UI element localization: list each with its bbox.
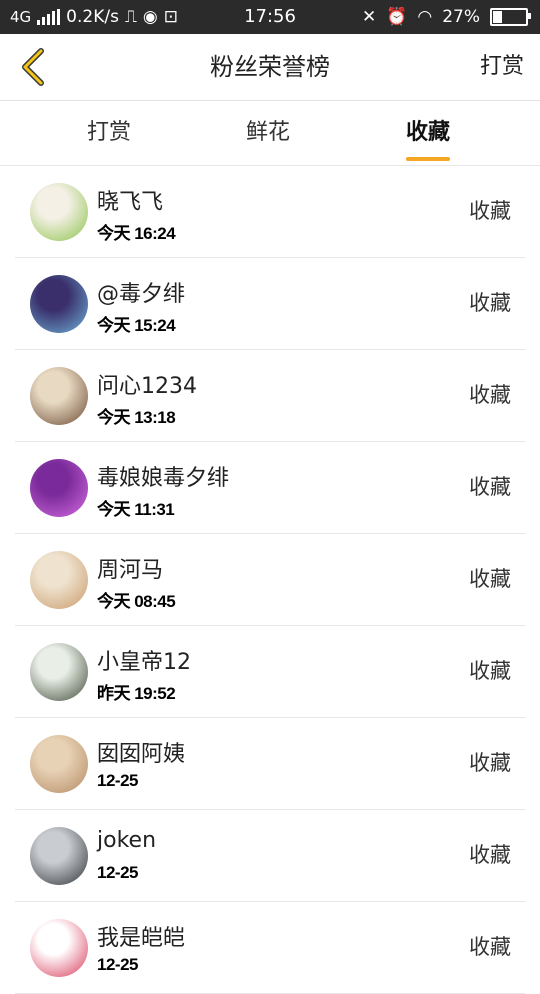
favorite-label: 收藏 <box>469 935 511 959</box>
avatar <box>30 551 88 609</box>
list-item[interactable]: 囡囡阿姨 12-25 收藏 <box>15 718 525 810</box>
fan-time: 12-25 <box>97 863 138 882</box>
fan-name: 小皇帝12 <box>97 650 191 675</box>
tab-favorites[interactable]: 收藏 <box>406 101 451 165</box>
avatar <box>30 459 88 517</box>
battery-icon <box>490 8 531 26</box>
tab-flowers[interactable]: 鲜花 <box>246 101 290 165</box>
avatar <box>30 735 88 793</box>
fan-name: 毒娘娘毒夕绯 <box>97 466 230 491</box>
favorite-label: 收藏 <box>469 383 511 407</box>
wifi-icon: ◠ <box>417 7 433 27</box>
avatar <box>30 275 88 333</box>
fan-time: 12-25 <box>97 771 138 790</box>
fan-name: 晓飞飞 <box>97 190 164 215</box>
list-item[interactable]: joken 12-25 收藏 <box>15 810 525 902</box>
favorite-label: 收藏 <box>469 199 511 223</box>
fan-time: 今天 08:45 <box>97 592 176 611</box>
page-title: 粉丝荣誉榜 <box>210 53 330 81</box>
battery-fill <box>493 11 503 23</box>
favorite-label: 收藏 <box>469 659 511 683</box>
status-bar: 4G 0.2K/s ⎍ ◉ ⊡ 17:56 ✕ ⏰ ◠ 27% <box>0 0 540 34</box>
fan-time: 12-25 <box>97 955 138 974</box>
fan-name: 我是皑皑 <box>97 926 186 951</box>
fan-name: 周河马 <box>97 558 164 583</box>
reward-button[interactable]: 打赏 <box>480 34 524 100</box>
fan-list: 晓飞飞 今天 16:24 收藏 @毒夕绯 今天 15:24 收藏 问心1234 今天 13:1… <box>0 166 540 994</box>
title-bar: 粉丝荣誉榜 打赏 <box>0 34 540 101</box>
fan-time: 今天 13:18 <box>97 408 176 427</box>
tab-bar: 打赏 鲜花 收藏 <box>0 101 540 166</box>
avatar <box>30 827 88 885</box>
list-item[interactable]: 毒娘娘毒夕绯今天 11:31 收藏 <box>15 442 525 534</box>
fan-time: 昨天 19:52 <box>97 684 176 703</box>
avatar <box>30 643 88 701</box>
fan-time: 今天 11:31 <box>97 500 175 519</box>
avatar <box>30 183 88 241</box>
favorite-label: 收藏 <box>469 475 511 499</box>
fan-name: joken <box>97 828 157 853</box>
fan-time: 今天 15:24 <box>97 316 176 335</box>
battery-percent: 27% <box>442 7 480 27</box>
fan-name: @毒夕绯 <box>97 282 186 307</box>
alarm-icon: ⏰ <box>386 7 408 27</box>
avatar <box>30 367 88 425</box>
favorite-label: 收藏 <box>469 843 511 867</box>
favorite-label: 收藏 <box>469 751 511 775</box>
favorite-label: 收藏 <box>469 567 511 591</box>
favorite-label: 收藏 <box>469 291 511 315</box>
list-item[interactable]: 我是皑皑 12-25 收藏 <box>15 902 525 994</box>
list-item[interactable]: 小皇帝12 昨天 19:52 收藏 <box>15 626 525 718</box>
list-item[interactable]: 晓飞飞今天 16:24 收藏 <box>15 166 525 258</box>
tab-reward[interactable]: 打赏 <box>87 101 131 165</box>
fan-name: 问心1234 <box>97 374 197 399</box>
fan-time: 今天 16:24 <box>97 224 176 243</box>
mute-icon: ✕ <box>361 7 377 27</box>
status-right: ✕ ⏰ ◠ 27% <box>361 0 531 34</box>
fan-name: 囡囡阿姨 <box>97 742 186 767</box>
list-item[interactable]: 问心1234 今天 13:18 收藏 <box>15 350 525 442</box>
list-item[interactable]: @毒夕绯今天 15:24 收藏 <box>15 258 525 350</box>
list-item[interactable]: 周河马今天 08:45 收藏 <box>15 534 525 626</box>
avatar <box>30 919 88 977</box>
